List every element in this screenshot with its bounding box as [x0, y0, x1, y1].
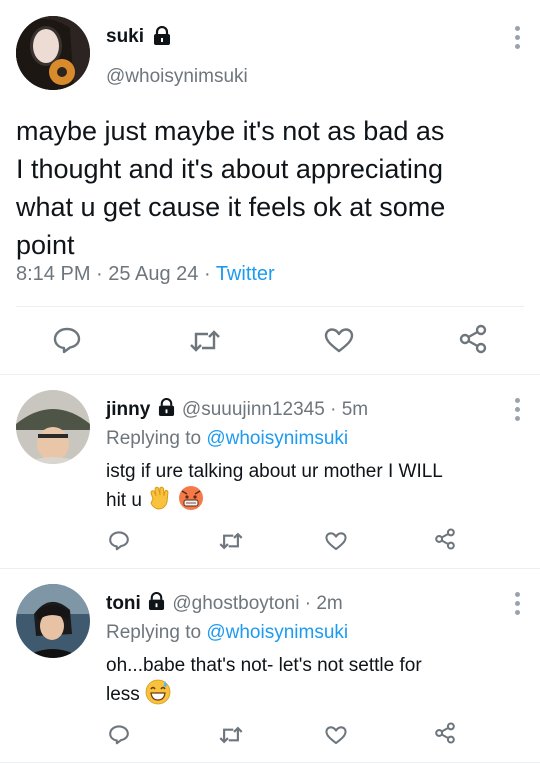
reply-author-handle[interactable]: @ghostboytoni [172, 593, 299, 614]
reply-header: toni @ghostboytoni · 2m [106, 592, 343, 617]
heart-icon [325, 726, 347, 745]
reply-button[interactable] [52, 326, 82, 354]
share-button[interactable] [458, 324, 488, 354]
retweet-button[interactable] [218, 531, 244, 551]
replying-to-handle[interactable]: @whoisynimsuki [206, 428, 348, 449]
share-icon [435, 722, 455, 744]
reply-text: istg if ure talking about ur mother I WI… [106, 458, 526, 519]
meta-separator: · [304, 593, 312, 614]
tweet-date: 25 Aug 24 [108, 263, 199, 285]
reply-text-line: less [106, 684, 140, 705]
main-tweet-line: what u get cause it feels ok at some [16, 192, 446, 222]
retweet-button[interactable] [188, 328, 222, 354]
share-icon [459, 324, 487, 354]
main-tweet-line: maybe just maybe it's not as bad as [16, 116, 445, 146]
avatar-toni[interactable] [16, 584, 90, 658]
main-author-handle[interactable]: @whoisynimsuki [106, 66, 248, 88]
lock-icon [148, 592, 165, 617]
replying-to-label: Replying to [106, 622, 202, 643]
replying-to: Replying to @whoisynimsuki [106, 428, 348, 450]
main-author-name[interactable]: suki [106, 26, 144, 48]
reply-author-handle[interactable]: @suuujinn12345 [182, 399, 325, 420]
share-icon [435, 528, 455, 550]
avatar-jinny-image [16, 390, 90, 464]
divider [0, 568, 540, 569]
reply-button[interactable] [108, 530, 130, 551]
like-button[interactable] [324, 327, 354, 353]
retweet-icon [219, 532, 243, 550]
reply-more-icon[interactable] [515, 592, 521, 615]
reply-text-line-2: hit u [106, 485, 526, 519]
meta-separator: · [330, 399, 337, 420]
reply-button[interactable] [108, 724, 130, 745]
reply-icon [109, 725, 129, 745]
divider [16, 306, 524, 307]
reply-text-line-2: less [106, 679, 526, 713]
tweet-source-link[interactable]: Twitter [216, 263, 275, 285]
retweet-button[interactable] [218, 725, 244, 745]
like-button[interactable] [325, 725, 347, 745]
avatar-suki-image [16, 16, 90, 90]
reply-header: jinny @suuujinn12345 · 5m [106, 398, 368, 423]
divider [0, 374, 540, 375]
tweet-meta: 8:14 PM · 25 Aug 24 · Twitter [16, 263, 275, 286]
replying-to-label: Replying to [106, 428, 202, 449]
reply-age: 5m [341, 399, 369, 420]
heart-icon [324, 328, 354, 353]
like-button[interactable] [325, 531, 347, 551]
share-button[interactable] [434, 722, 456, 744]
main-more-icon[interactable] [515, 26, 521, 49]
waving-hand-icon [147, 485, 173, 519]
reply-icon [109, 531, 129, 551]
replying-to-handle[interactable]: @whoisynimsuki [206, 622, 348, 643]
retweet-icon [190, 330, 220, 352]
replying-to: Replying to @whoisynimsuki [106, 622, 348, 644]
avatar-jinny[interactable] [16, 390, 90, 464]
reply-more-icon[interactable] [515, 398, 521, 421]
share-button[interactable] [434, 528, 456, 550]
meta-separator: · [203, 263, 211, 285]
lock-icon [153, 25, 171, 51]
main-tweet-text: maybe just maybe it's not as bad as I th… [16, 112, 526, 264]
reply-text-line: istg if ure talking about ur mother I WI… [106, 461, 443, 482]
reply-text-line: hit u [106, 490, 142, 511]
divider [0, 762, 540, 763]
grinning-sweat-face-icon [145, 679, 171, 713]
reply-text: oh...babe that's not- let's not settle f… [106, 652, 526, 713]
retweet-icon [219, 726, 243, 744]
money-mouth-face-icon [178, 485, 204, 519]
main-tweet-line: I thought and it's about appreciating [16, 154, 443, 184]
tweet-time: 8:14 PM [16, 263, 91, 285]
reply-text-line: oh...babe that's not- let's not settle f… [106, 655, 422, 676]
lock-icon [158, 398, 175, 423]
avatar-toni-image [16, 584, 90, 658]
reply-icon [53, 327, 81, 354]
heart-icon [325, 532, 347, 551]
main-tweet-line: point [16, 230, 75, 260]
meta-separator: · [96, 263, 103, 285]
reply-age: 2m [316, 593, 343, 614]
reply-author-name[interactable]: toni [106, 593, 141, 614]
reply-author-name[interactable]: jinny [106, 399, 150, 420]
avatar-suki[interactable] [16, 16, 90, 90]
